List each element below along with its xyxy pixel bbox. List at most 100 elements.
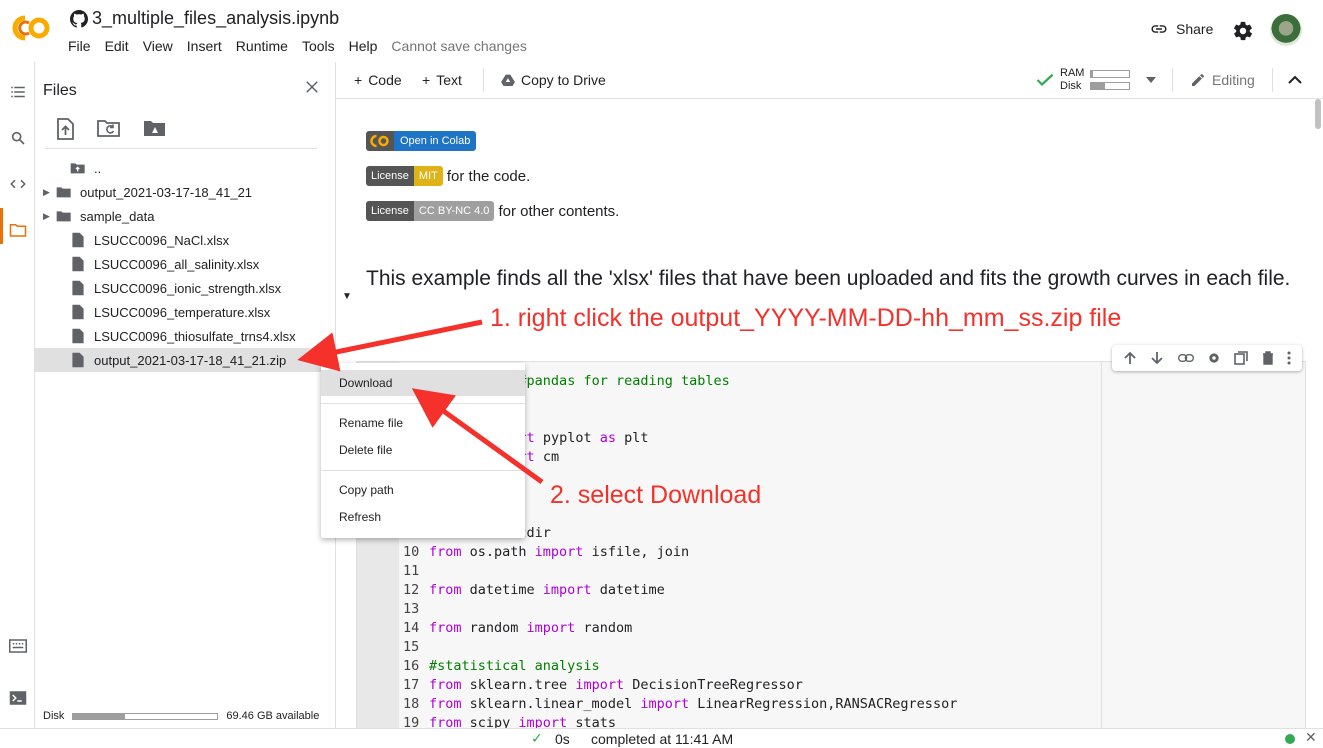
disk-usage-bar — [72, 712, 219, 720]
drive-icon — [501, 74, 515, 86]
menu-item-delete[interactable]: Delete file — [321, 437, 525, 463]
menu-view[interactable]: View — [143, 38, 179, 54]
line-number: 19 — [403, 715, 420, 728]
close-icon[interactable] — [303, 78, 321, 96]
code-token: from — [429, 620, 462, 636]
scrollbar-thumb[interactable] — [1315, 99, 1321, 129]
tree-file[interactable]: LSUCC0096_all_salinity.xlsx — [35, 252, 335, 276]
code-line[interactable]: 18 from sklearn.linear_model import Linea… — [403, 695, 957, 714]
code-snippets-icon[interactable] — [8, 174, 28, 194]
tree-file[interactable]: LSUCC0096_NaCl.xlsx — [35, 228, 335, 252]
code-line[interactable]: 15 — [403, 638, 957, 657]
upload-file-icon[interactable] — [55, 118, 75, 140]
open-in-colab-badge[interactable]: Open in Colab — [366, 131, 477, 151]
close-status-icon[interactable]: ✕ — [1305, 729, 1317, 746]
license-key: License — [366, 201, 414, 221]
colab-badge-logo — [366, 131, 394, 151]
move-up-icon[interactable] — [1123, 351, 1137, 365]
mirror-cell-icon[interactable] — [1234, 351, 1249, 365]
file-icon — [72, 232, 84, 248]
tree-item-label: LSUCC0096_all_salinity.xlsx — [94, 256, 260, 272]
tree-folder-sample-data[interactable]: ▶ sample_data — [35, 204, 335, 228]
license-mit-badge[interactable]: License MIT — [366, 166, 443, 186]
menu-file[interactable]: File — [68, 38, 97, 54]
refresh-folder-icon[interactable] — [97, 118, 121, 138]
disk-available: 69.46 GB available — [226, 710, 320, 722]
files-folder-icon[interactable] — [8, 220, 28, 240]
file-icon — [72, 280, 84, 296]
files-panel: Files .. ▶ output_2021-03-17-18_41_21 ▶ … — [35, 62, 336, 728]
link-icon[interactable] — [1177, 351, 1194, 365]
chevron-up-icon[interactable] — [1288, 75, 1302, 85]
tree-file[interactable]: LSUCC0096_ionic_strength.xlsx — [35, 276, 335, 300]
code-token: from — [429, 677, 462, 693]
user-avatar[interactable] — [1270, 14, 1302, 46]
code-line[interactable]: 14 from random import random — [403, 619, 957, 638]
title-row: 3_multiple_files_analysis.ipynb — [70, 8, 339, 29]
content-scrollbar[interactable] — [1313, 99, 1323, 728]
notebook-title[interactable]: 3_multiple_files_analysis.ipynb — [92, 8, 339, 29]
menu-insert[interactable]: Insert — [187, 38, 228, 54]
expand-arrow-icon[interactable]: ▶ — [43, 187, 55, 198]
menu-runtime[interactable]: Runtime — [236, 38, 294, 54]
file-icon — [72, 352, 84, 368]
tree-file[interactable]: LSUCC0096_temperature.xlsx — [35, 300, 335, 324]
save-status: Cannot save changes — [391, 38, 527, 54]
menu-separator — [321, 470, 525, 471]
search-icon[interactable] — [8, 128, 28, 148]
mount-drive-icon[interactable] — [143, 118, 167, 138]
code-token: random — [461, 620, 527, 636]
menu-item-refresh[interactable]: Refresh — [321, 504, 525, 530]
tree-item-label: LSUCC0096_ionic_strength.xlsx — [94, 280, 282, 296]
editing-mode-button[interactable]: Editing — [1190, 72, 1255, 88]
settings-gear-icon[interactable] — [1232, 20, 1254, 42]
tree-file-selected-zip[interactable]: output_2021-03-17-18_41_21.zip — [35, 348, 335, 372]
add-text-button[interactable]: + Text — [422, 72, 462, 88]
menu-help[interactable]: Help — [349, 38, 384, 54]
tree-file[interactable]: LSUCC0096_thiosulfate_trns4.xlsx — [35, 324, 335, 348]
pencil-icon — [1192, 73, 1204, 86]
license-cc-badge[interactable]: License CC BY-NC 4.0 — [366, 201, 495, 221]
code-line[interactable]: 11 — [403, 562, 957, 581]
add-code-button[interactable]: + Code — [354, 72, 402, 88]
expand-arrow-icon[interactable]: ▶ — [43, 211, 55, 222]
code-token: from — [429, 696, 462, 712]
colab-logo[interactable] — [12, 14, 52, 42]
more-vert-icon[interactable] — [1287, 351, 1291, 365]
toolbar-divider — [1272, 68, 1273, 92]
license-content-text: for other contents. — [498, 202, 620, 220]
command-palette-icon[interactable] — [8, 636, 28, 656]
tree-parent-dir[interactable]: .. — [35, 156, 335, 180]
code-line[interactable]: 12 from datetime import datetime — [403, 581, 957, 600]
code-line[interactable]: 19 from scipy import stats — [403, 714, 957, 728]
tree-folder-output[interactable]: ▶ output_2021-03-17-18_41_21 — [35, 180, 335, 204]
share-button[interactable]: Share — [1150, 20, 1213, 38]
copy-to-drive-button[interactable]: Copy to Drive — [501, 72, 606, 88]
code-line[interactable]: 16 #statistical analysis — [403, 657, 957, 676]
code-line[interactable]: 13 — [403, 600, 957, 619]
section-collapse-icon[interactable]: ▼ — [342, 291, 352, 302]
menu-tools[interactable]: Tools — [302, 38, 341, 54]
toc-list-icon[interactable] — [8, 82, 28, 102]
chevron-down-icon[interactable] — [1146, 77, 1157, 83]
code-token: from — [429, 715, 462, 728]
code-token: import — [534, 544, 584, 560]
annotation-step1: 1. right click the output_YYYY-MM-DD-hh_… — [490, 304, 1122, 332]
menu-item-download[interactable]: Download — [321, 370, 525, 396]
code-token: stats — [567, 715, 616, 728]
code-line[interactable]: 10 from os.path import isfile, join — [403, 543, 957, 562]
code-line[interactable]: 17 from sklearn.tree import DecisionTreeR… — [403, 676, 957, 695]
github-icon[interactable] — [70, 9, 88, 28]
menu-edit[interactable]: Edit — [105, 38, 135, 54]
menu-item-rename[interactable]: Rename file — [321, 410, 525, 436]
move-down-icon[interactable] — [1150, 351, 1164, 365]
disk-label: Disk — [1060, 80, 1082, 92]
cell-settings-icon[interactable] — [1207, 351, 1221, 365]
delete-icon[interactable] — [1262, 351, 1274, 365]
menu-item-copy-path[interactable]: Copy path — [321, 477, 525, 503]
execution-completed: completed at 11:41 AM — [591, 731, 734, 747]
resources-indicator[interactable]: RAM Disk — [1036, 67, 1157, 93]
terminal-icon[interactable] — [8, 688, 28, 708]
resources-labels: RAM Disk — [1060, 67, 1084, 93]
tree-item-label: output_2021-03-17-18_41_21 — [80, 184, 253, 200]
